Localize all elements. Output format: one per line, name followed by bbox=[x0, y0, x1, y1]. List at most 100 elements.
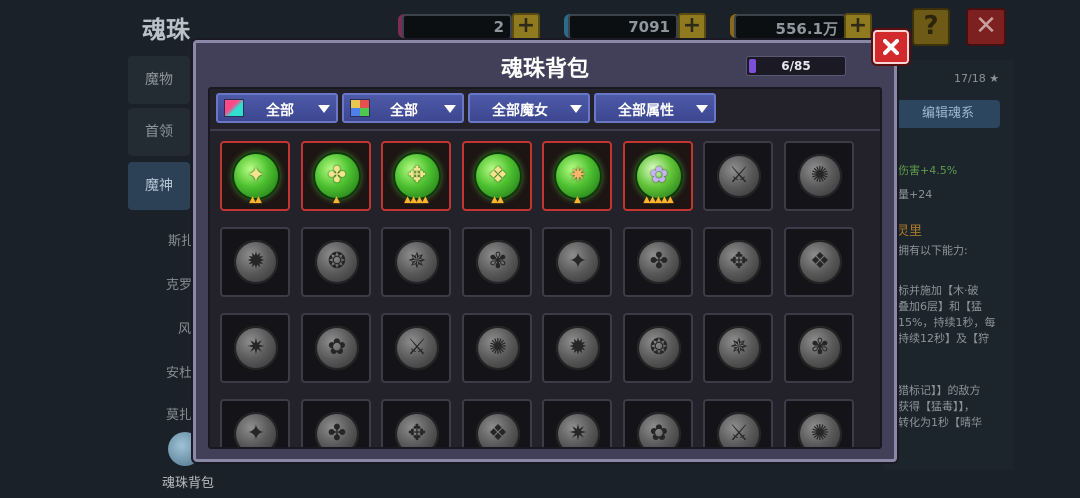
orb-emblem-icon: ✤ bbox=[327, 163, 347, 188]
filter-label: 全部魔女 bbox=[492, 103, 548, 119]
chain-orb-icon: ❂ bbox=[637, 326, 681, 370]
locked-orb-slot[interactable]: ✷ bbox=[220, 313, 290, 383]
add-coin-button[interactable]: + bbox=[844, 13, 872, 41]
green-beast-orb-icon: ✦ bbox=[234, 154, 278, 198]
panel-line: 转化为1秒【晴华 bbox=[898, 416, 982, 429]
orb-silhouette-icon: ✥ bbox=[729, 249, 749, 274]
side-item[interactable]: 莫扎 bbox=[166, 404, 192, 423]
orb-silhouette-icon: ✵ bbox=[407, 249, 427, 274]
locked-orb-slot[interactable]: ❖ bbox=[462, 399, 532, 447]
orb-silhouette-icon: ❖ bbox=[810, 249, 830, 274]
orb-silhouette-icon: ⚔ bbox=[729, 163, 749, 188]
locked-orb-slot[interactable]: ✤ bbox=[623, 227, 693, 297]
side-item[interactable]: 斯扎 bbox=[168, 230, 194, 249]
orb-silhouette-icon: ✺ bbox=[488, 335, 508, 360]
locked-orb-slot[interactable]: ❖ bbox=[784, 227, 854, 297]
orb-silhouette-icon: ✿ bbox=[327, 335, 347, 360]
locked-orb-slot[interactable]: ✹ bbox=[220, 227, 290, 297]
add-diamond-button[interactable]: + bbox=[678, 13, 706, 41]
owned-orb-slot[interactable]: ✦ ▲▲ bbox=[220, 141, 290, 211]
locked-orb-slot[interactable]: ✦ bbox=[542, 227, 612, 297]
orb-silhouette-icon: ⚔ bbox=[729, 421, 749, 446]
cluster-orb-icon: ✤ bbox=[637, 240, 681, 284]
orb-emblem-icon: ✿ bbox=[649, 163, 669, 188]
locked-orb-slot[interactable]: ✵ bbox=[703, 313, 773, 383]
orb-silhouette-icon: ⚔ bbox=[407, 335, 427, 360]
orb-silhouette-icon: ❂ bbox=[649, 335, 669, 360]
star-icon: ▲ bbox=[497, 195, 504, 205]
side-tab-bosses[interactable]: 首领 bbox=[128, 108, 190, 156]
star-icon: ▲ bbox=[666, 195, 674, 205]
locked-orb-slot[interactable]: ✺ bbox=[462, 313, 532, 383]
flame-sword-orb-icon: ✷ bbox=[556, 154, 600, 198]
spirit-fan-orb-icon: ✿ bbox=[637, 154, 681, 198]
chevron-down-icon bbox=[444, 105, 456, 113]
modal-close-button[interactable] bbox=[873, 30, 909, 64]
filter-label: 全部 bbox=[390, 103, 418, 119]
quality-filter-dropdown[interactable]: 全部 bbox=[342, 93, 464, 123]
locked-orb-slot[interactable]: ✥ bbox=[703, 227, 773, 297]
mace-orb-icon: ✵ bbox=[717, 326, 761, 370]
star-rating: ▲▲▲▲ bbox=[383, 195, 449, 205]
side-item[interactable]: 安杜 bbox=[166, 362, 192, 381]
orb-silhouette-icon: ✵ bbox=[729, 335, 749, 360]
bow-orb-icon: ✾ bbox=[798, 326, 842, 370]
locked-orb-slot[interactable]: ✥ bbox=[381, 399, 451, 447]
attribute-filter-dropdown[interactable]: 全部属性 bbox=[594, 93, 716, 123]
dragon-orb-icon: ✾ bbox=[476, 240, 520, 284]
owned-orb-slot[interactable]: ✥ ▲▲▲▲ bbox=[381, 141, 451, 211]
locked-orb-slot[interactable]: ✤ bbox=[301, 399, 371, 447]
yellow-rune-orb-icon: ✤ bbox=[315, 154, 359, 198]
locked-orb-slot[interactable]: ✾ bbox=[462, 227, 532, 297]
locked-orb-slot[interactable]: ✾ bbox=[784, 313, 854, 383]
locked-orb-slot[interactable]: ❂ bbox=[301, 227, 371, 297]
locked-orb-slot[interactable]: ✵ bbox=[381, 227, 451, 297]
panel-line: 灵里 bbox=[896, 224, 923, 239]
filter-label: 全部属性 bbox=[618, 103, 674, 119]
element-filter-dropdown[interactable]: 全部 bbox=[216, 93, 338, 123]
screen-close-button[interactable]: ✕ bbox=[966, 8, 1006, 46]
add-gem-button[interactable]: + bbox=[512, 13, 540, 41]
side-item[interactable]: 克罗 bbox=[166, 274, 192, 293]
help-button[interactable]: ? bbox=[912, 8, 950, 46]
side-item[interactable]: 风 bbox=[178, 318, 191, 337]
orb-silhouette-icon: ❂ bbox=[327, 249, 347, 274]
locked-orb-slot[interactable]: ✿ bbox=[301, 313, 371, 383]
witch-filter-dropdown[interactable]: 全部魔女 bbox=[468, 93, 590, 123]
locked-orb-slot[interactable]: ✹ bbox=[542, 313, 612, 383]
shell-orb-icon: ✺ bbox=[798, 412, 842, 447]
side-tab-demon-gods[interactable]: 魔神 bbox=[128, 162, 190, 210]
filter-divider bbox=[210, 129, 880, 131]
locked-orb-slot[interactable]: ✷ bbox=[542, 399, 612, 447]
edit-soul-system-button[interactable]: 编辑魂系 bbox=[896, 100, 1000, 128]
diamond-count: 7091 bbox=[628, 18, 670, 36]
soul-bag-modal: 魂珠背包 6/85 全部 全部 全部魔女 全部属性 ✦ ▲▲ ✤ ▲ ✥ ▲▲▲… bbox=[193, 30, 909, 462]
serpent-orb-icon: ❖ bbox=[476, 154, 520, 198]
locked-orb-slot[interactable]: ⚔ bbox=[703, 141, 773, 211]
blade-orb-icon: ✹ bbox=[234, 240, 278, 284]
locked-orb-slot[interactable]: ❂ bbox=[623, 313, 693, 383]
spider-orb-icon: ✷ bbox=[234, 326, 278, 370]
totem-orb-icon: ✤ bbox=[315, 412, 359, 447]
soul-bag-label: 魂珠背包 bbox=[162, 476, 215, 491]
star-rating: ▲▲ bbox=[222, 195, 288, 205]
axe-orb-icon: ⚔ bbox=[717, 154, 761, 198]
shuriken-orb-icon: ✥ bbox=[395, 412, 439, 447]
locked-orb-slot[interactable]: ✺ bbox=[784, 399, 854, 447]
side-tab-monsters[interactable]: 魔物 bbox=[128, 56, 190, 104]
owned-orb-slot[interactable]: ✿ ▲▲▲▲▲ bbox=[623, 141, 693, 211]
panel-line: 伤害+4.5% bbox=[898, 164, 958, 177]
locked-orb-slot[interactable]: ⚔ bbox=[703, 399, 773, 447]
orb-silhouette-icon: ✺ bbox=[810, 163, 830, 188]
owned-orb-slot[interactable]: ✤ ▲ bbox=[301, 141, 371, 211]
star-icon: ▲ bbox=[255, 195, 262, 205]
orb-emblem-icon: ✦ bbox=[246, 163, 266, 188]
capacity-bar: 6/85 bbox=[746, 56, 846, 76]
locked-orb-slot[interactable]: ✺ bbox=[784, 141, 854, 211]
owned-orb-slot[interactable]: ✷ ▲ bbox=[542, 141, 612, 211]
locked-orb-slot[interactable]: ⚔ bbox=[381, 313, 451, 383]
locked-orb-slot[interactable]: ✿ bbox=[623, 399, 693, 447]
arm-orb-icon: ✷ bbox=[556, 412, 600, 447]
locked-orb-slot[interactable]: ✦ bbox=[220, 399, 290, 447]
owned-orb-slot[interactable]: ❖ ▲▲ bbox=[462, 141, 532, 211]
